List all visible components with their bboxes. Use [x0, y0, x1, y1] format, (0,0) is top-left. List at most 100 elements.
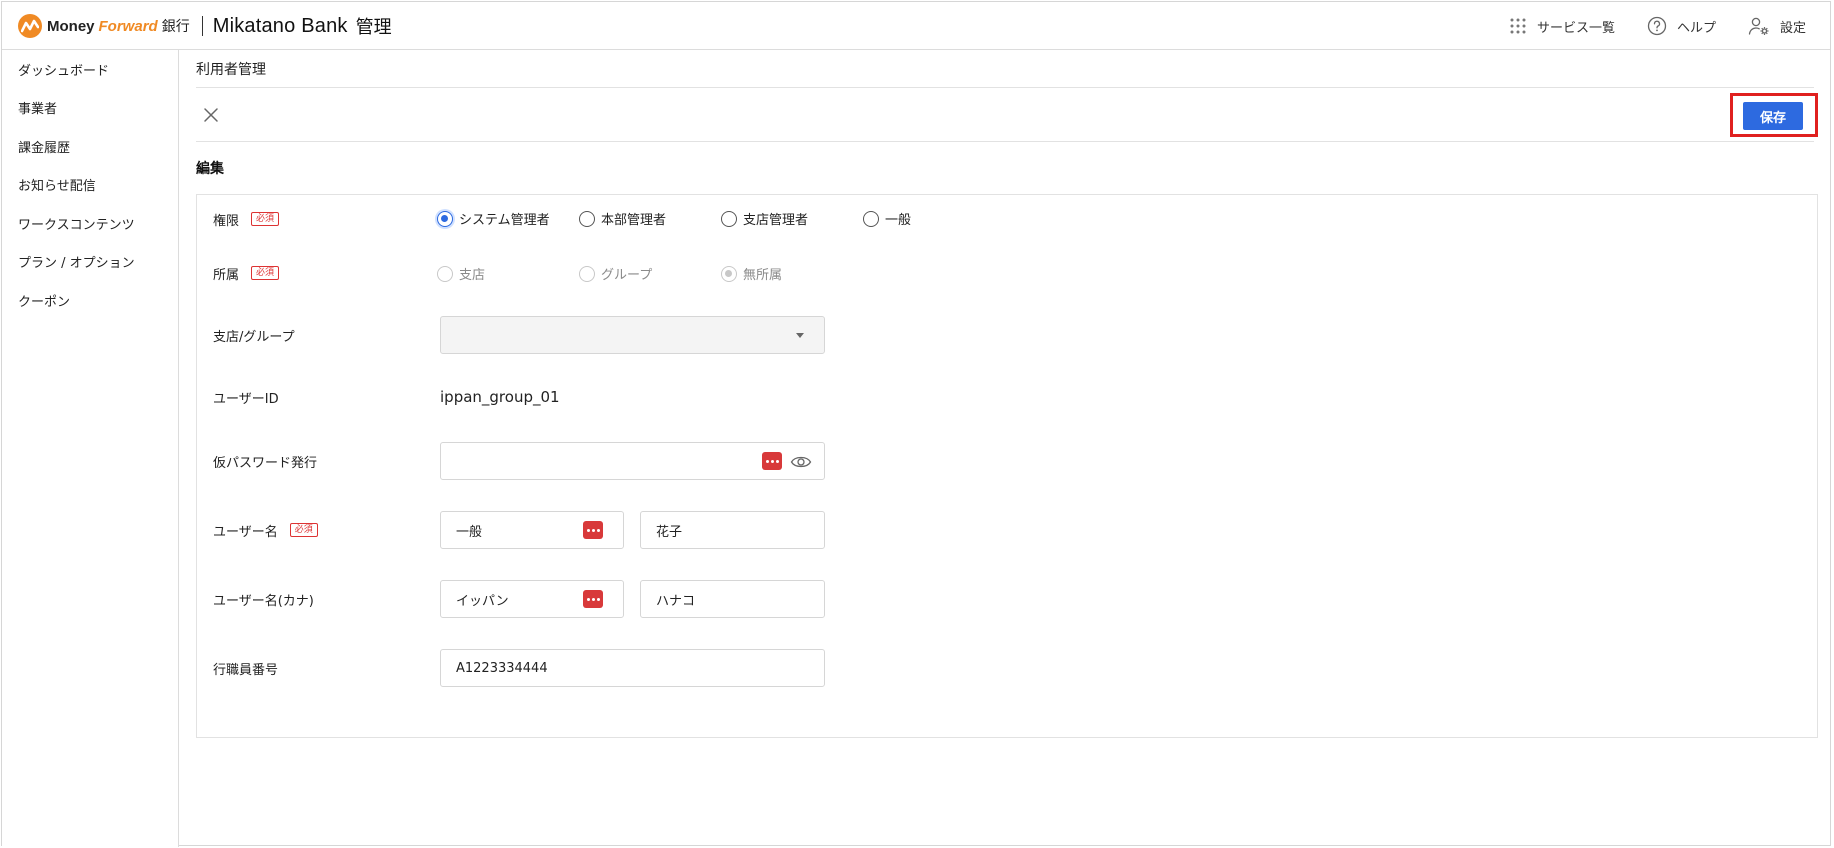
sidebar-item-dashboard[interactable]: ダッシュボード [2, 50, 178, 89]
sidebar-item-works-contents[interactable]: ワークスコンテンツ [2, 204, 178, 243]
user-name-kana-first-input[interactable] [656, 591, 824, 607]
branch-group-label-text: 支店/グループ [213, 329, 295, 345]
brand-money: Money [47, 17, 95, 35]
user-name-label-text: ユーザー名 [213, 524, 278, 540]
radio-label: 一般 [885, 213, 912, 228]
affiliation-radio-group: 支店 グループ 無所属 [437, 264, 782, 283]
sidebar-item-billing-history[interactable]: 課金履歴 [2, 127, 178, 166]
save-button-highlight: 保存 [1730, 93, 1818, 137]
user-name-kana-last-input[interactable] [456, 591, 576, 607]
autofill-icon[interactable] [583, 521, 603, 539]
sidebar-item-coupon[interactable]: クーポン [2, 281, 178, 320]
app-window: Money Forward 銀行 Mikatano Bank 管理 サービス一覧… [1, 1, 1831, 847]
radio-label: グループ [601, 268, 653, 283]
radio-label: 支店管理者 [743, 213, 809, 228]
branch-group-label: 支店/グループ [213, 327, 295, 345]
temp-password-input[interactable] [456, 453, 756, 469]
services-menu-button[interactable]: サービス一覧 [1509, 17, 1615, 36]
sidebar-item-plan-option[interactable]: プラン / オプション [2, 243, 178, 282]
temp-password-label: 仮パスワード発行 [213, 453, 317, 471]
user-name-kana-label: ユーザー名(カナ) [213, 591, 314, 609]
user-name-first-input[interactable] [656, 522, 824, 538]
user-id-value: ippan_group_01 [440, 388, 560, 406]
user-name-label: ユーザー名 必須 [213, 522, 318, 540]
brand-kanri: 管理 [355, 17, 392, 38]
sidebar-item-label: 課金履歴 [18, 140, 71, 156]
affiliation-radio-branch[interactable]: 支店 [437, 264, 579, 283]
header-actions: サービス一覧 ヘルプ 設定 [1509, 2, 1806, 50]
user-id-label-text: ユーザーID [213, 391, 279, 407]
required-badge: 必須 [289, 523, 318, 537]
user-name-kana-first-field[interactable] [640, 580, 825, 618]
radio-circle [579, 265, 595, 282]
sidebar-item-label: プラン / オプション [18, 256, 135, 272]
affiliation-radio-none[interactable]: 無所属 [721, 264, 782, 283]
main-content: 利用者管理 保存 編集 権限 必須 システム管理者 本部管理者 支店管理者 一般… [196, 50, 1818, 738]
services-label: サービス一覧 [1536, 20, 1615, 36]
eye-icon[interactable] [790, 453, 812, 471]
radio-circle [863, 210, 879, 227]
sidebar-item-label: クーポン [18, 294, 71, 310]
affiliation-radio-group-option[interactable]: グループ [579, 264, 721, 283]
sidebar-item-notifications[interactable]: お知らせ配信 [2, 166, 178, 205]
settings-label: 設定 [1779, 20, 1806, 36]
user-id-label: ユーザーID [213, 389, 279, 407]
sidebar-item-label: ワークスコンテンツ [18, 217, 135, 233]
radio-label: 支店 [459, 268, 486, 283]
help-label: ヘルプ [1676, 20, 1716, 36]
password-manager-icon[interactable] [762, 452, 782, 470]
brand-bank-jp: 銀行 [161, 19, 190, 35]
required-badge: 必須 [251, 212, 280, 226]
role-label: 権限 必須 [213, 211, 280, 229]
edit-toolbar: 保存 [196, 88, 1818, 142]
brand-forward: Forward [98, 17, 158, 35]
caret-down-icon [796, 333, 804, 338]
required-badge: 必須 [251, 266, 280, 280]
help-icon [1647, 16, 1667, 36]
edit-form: 権限 必須 システム管理者 本部管理者 支店管理者 一般 所属 必須 支店 グル… [196, 194, 1818, 738]
staff-number-input[interactable] [456, 660, 824, 676]
section-title: 編集 [196, 161, 224, 177]
user-name-kana-last-field[interactable] [440, 580, 624, 618]
top-header: Money Forward 銀行 Mikatano Bank 管理 サービス一覧… [2, 2, 1830, 50]
autofill-icon[interactable] [583, 590, 603, 608]
staff-number-label-text: 行職員番号 [213, 662, 279, 678]
affiliation-label: 所属 必須 [213, 265, 280, 283]
sidebar: ダッシュボード 事業者 課金履歴 お知らせ配信 ワークスコンテンツ プラン / … [2, 50, 179, 847]
radio-circle [721, 265, 737, 282]
sidebar-item-businesses[interactable]: 事業者 [2, 89, 178, 128]
branch-group-select[interactable] [440, 316, 825, 354]
role-radio-general[interactable]: 一般 [863, 209, 911, 228]
radio-label: 無所属 [743, 268, 783, 283]
user-name-kana-label-text: ユーザー名(カナ) [213, 593, 314, 609]
role-radio-system-admin[interactable]: システム管理者 [437, 209, 579, 228]
role-radio-branch-admin[interactable]: 支店管理者 [721, 209, 863, 228]
help-button[interactable]: ヘルプ [1647, 16, 1716, 36]
page-title: 利用者管理 [196, 50, 1814, 88]
radio-label: 本部管理者 [601, 213, 667, 228]
brand-logo[interactable]: Money Forward 銀行 Mikatano Bank 管理 [18, 14, 392, 38]
brand-bank: Bank [295, 14, 348, 37]
role-label-text: 権限 [213, 213, 240, 229]
close-icon[interactable] [200, 104, 222, 126]
user-gear-icon [1748, 17, 1769, 35]
role-radio-hq-admin[interactable]: 本部管理者 [579, 209, 721, 228]
user-name-first-field[interactable] [640, 511, 825, 549]
settings-button[interactable]: 設定 [1748, 16, 1806, 36]
radio-circle [579, 210, 595, 227]
save-button[interactable]: 保存 [1743, 102, 1803, 130]
user-name-last-field[interactable] [440, 511, 624, 549]
user-name-last-input[interactable] [456, 522, 576, 538]
radio-circle [721, 210, 737, 227]
sidebar-item-label: ダッシュボード [18, 63, 110, 79]
temp-password-field[interactable] [440, 442, 825, 480]
staff-number-field[interactable] [440, 649, 825, 687]
sidebar-item-label: お知らせ配信 [18, 179, 96, 195]
affiliation-label-text: 所属 [213, 267, 240, 283]
staff-number-label: 行職員番号 [213, 660, 279, 678]
sidebar-item-label: 事業者 [18, 102, 58, 118]
radio-circle [437, 265, 453, 282]
radio-circle [437, 210, 453, 227]
grid-icon [1510, 18, 1526, 34]
brand-separator [201, 16, 203, 36]
